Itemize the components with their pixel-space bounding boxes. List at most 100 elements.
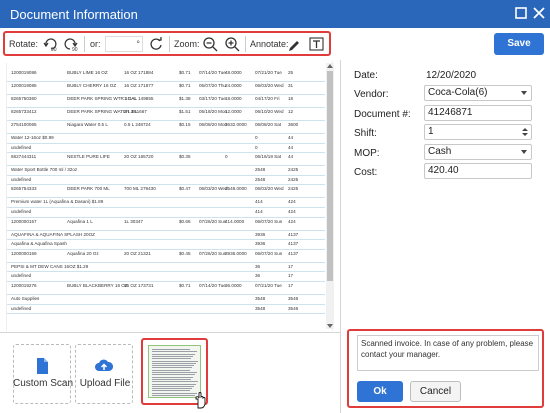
invoice-cell: 16 OZ 173731: [124, 282, 154, 288]
invoice-cell: 17: [288, 282, 294, 288]
rotate-apply-icon[interactable]: [148, 36, 165, 52]
invoice-cell: PEPSI & MT DEW CANS 16OZ $1.29: [11, 263, 89, 269]
invoice-cell: 4137: [288, 241, 299, 247]
invoice-cell: $1.51: [179, 109, 191, 114]
ok-button[interactable]: Ok: [357, 381, 403, 402]
spinner-arrows-icon[interactable]: [522, 127, 528, 137]
invoice-cell: 8265754333: [11, 186, 37, 192]
invoice-cell: 20 OZ 21321: [124, 250, 151, 256]
invoice-cell: 6827444311: [11, 154, 37, 160]
thumbnail-line: [152, 355, 193, 357]
thumbnail-line: [152, 395, 195, 396]
invoice-cell: Aquafina & Aquafina Spash: [11, 241, 67, 247]
thumbnail-line: [152, 369, 190, 371]
rotate-left-button[interactable]: 90: [42, 36, 59, 52]
cost-input[interactable]: 420.40: [424, 163, 532, 179]
upload-file-label: Upload File: [79, 378, 131, 389]
zoom-label: Zoom:: [174, 39, 200, 49]
invoice-cell: 07/26/20 Sun: [199, 250, 227, 256]
thumbnail-line: [152, 372, 197, 373]
invoice-row: 1200019276 BUBLY BLACKBERRY 16 OZ 16 OZ 17…: [7, 282, 325, 295]
vendor-value: Coca-Cola(6): [428, 87, 488, 98]
invoice-cell: undefined: [11, 208, 32, 214]
chevron-down-icon: [521, 150, 527, 154]
invoice-cell: 06/03/20 Wed: [199, 186, 228, 192]
invoice-cell: BUBLY BLACKBERRY 16 OZ: [67, 282, 128, 288]
zoom-out-icon[interactable]: [202, 36, 219, 52]
scroll-thumb[interactable]: [327, 71, 333, 281]
chevron-down-icon: [521, 91, 527, 95]
invoice-cell: 48.0000: [225, 70, 242, 75]
invoice-cell: 414: [255, 199, 263, 205]
invoice-row: 8265733412 DEER PARK SPRING WATER 3 L3 L …: [7, 108, 325, 121]
thumbnail-line: [152, 360, 198, 362]
invoice-cell: 3548: [255, 305, 266, 311]
invoice-cell: 0.5 L 248724: [124, 122, 151, 127]
invoice-cell: 424: [288, 199, 296, 205]
invoice-cell: BUBLY LIME 16 OZ: [67, 70, 108, 75]
invoice-cell: 1L 30347: [124, 218, 143, 224]
invoice-cell: undefined: [11, 305, 32, 311]
invoice-cell: 3936.0000: [225, 250, 247, 256]
invoice-cell: NESTLE PURE LIFE: [67, 154, 110, 160]
invoice-row: 1200000159 Aquafina 20 Oz 20 OZ 21321 $0.45…: [7, 250, 325, 263]
invoice-cell: 1200000157: [11, 218, 37, 224]
mop-label: MOP:: [354, 148, 380, 159]
shift-stepper[interactable]: 1: [424, 124, 532, 140]
invoice-cell: 36.0000: [225, 282, 242, 288]
zoom-in-icon[interactable]: [224, 36, 241, 52]
document-number-input[interactable]: 41246871: [424, 105, 532, 121]
mop-value: Cash: [428, 146, 452, 157]
invoice-row: Aquafina & Aquafina Spash 3936 4137: [7, 240, 325, 250]
thumbnail-line: [152, 381, 198, 383]
cancel-button[interactable]: Cancel: [410, 381, 461, 402]
invoice-cell: Water 12-16oz $0.99: [11, 135, 54, 140]
vertical-scrollbar[interactable]: [326, 63, 334, 329]
invoice-cell: 414.0000: [225, 218, 245, 224]
invoice-row: Water 12-16oz $0.99 0 44: [7, 134, 325, 144]
upload-file-button[interactable]: Upload File: [75, 344, 133, 404]
invoice-cell: 4137: [288, 231, 299, 237]
invoice-cell: 2425: [288, 186, 299, 192]
invoice-cell: $0.66: [179, 218, 191, 224]
invoice-cell: 18.0000: [225, 96, 242, 101]
maximize-icon[interactable]: [514, 6, 528, 20]
save-button[interactable]: Save: [494, 33, 544, 55]
invoice-cell: 0: [225, 154, 228, 160]
invoice-cell: 700 ML 279430: [124, 186, 156, 192]
invoice-cell: DEER PARK 700 ML: [67, 186, 110, 192]
rotate-label: Rotate:: [9, 39, 39, 49]
invoice-cell: $0.45: [179, 250, 191, 256]
vendor-select[interactable]: Coca-Cola(6): [424, 85, 532, 101]
invoice-cell: undefined: [11, 273, 32, 279]
invoice-cell: Premium water 1L (Aquafina & Dasani) $1.…: [11, 199, 104, 205]
toolbar-divider: [169, 36, 170, 52]
thumbnail-line: [152, 358, 191, 360]
annotate-label: Annotate:: [250, 39, 289, 49]
comment-textarea[interactable]: Scanned invoice. In case of any problem,…: [357, 335, 539, 371]
invoice-row: 6827444311 NESTLE PURE LIFE 20 OZ 165720 $0…: [7, 153, 325, 167]
invoice-cell: Aquafina 20 Oz: [67, 250, 99, 256]
pen-icon[interactable]: [286, 36, 303, 52]
rotate-right-button[interactable]: 90: [63, 36, 80, 52]
invoice-cell: 424: [288, 208, 296, 214]
thumbnail-line: [152, 388, 192, 390]
invoice-cell: 07/21/20 Tue: [255, 70, 282, 75]
cost-label: Cost:: [354, 167, 378, 178]
thumbnail-line: [152, 367, 192, 369]
text-box-icon[interactable]: [308, 36, 325, 52]
close-icon[interactable]: [532, 6, 546, 20]
mop-select[interactable]: Cash: [424, 144, 532, 160]
invoice-cell: 07/14/20 Tue: [199, 70, 226, 75]
invoice-cell: 17: [288, 263, 294, 269]
scroll-up-icon[interactable]: [327, 64, 333, 68]
invoice-cell: AQUAFINA & AQUAFINA SPLASH 20OZ: [11, 231, 95, 237]
scroll-down-icon[interactable]: [327, 324, 333, 328]
custom-scan-button[interactable]: Custom Scan: [13, 344, 73, 404]
invoice-cell: 06/03/20 Wed: [255, 83, 284, 88]
invoice-cell: 424: [288, 218, 296, 224]
invoice-cell: 414: [255, 208, 263, 214]
invoice-cell: 2548: [255, 167, 266, 173]
rotation-degree-input[interactable]: °: [105, 36, 143, 52]
invoice-cell: 12: [288, 109, 294, 114]
